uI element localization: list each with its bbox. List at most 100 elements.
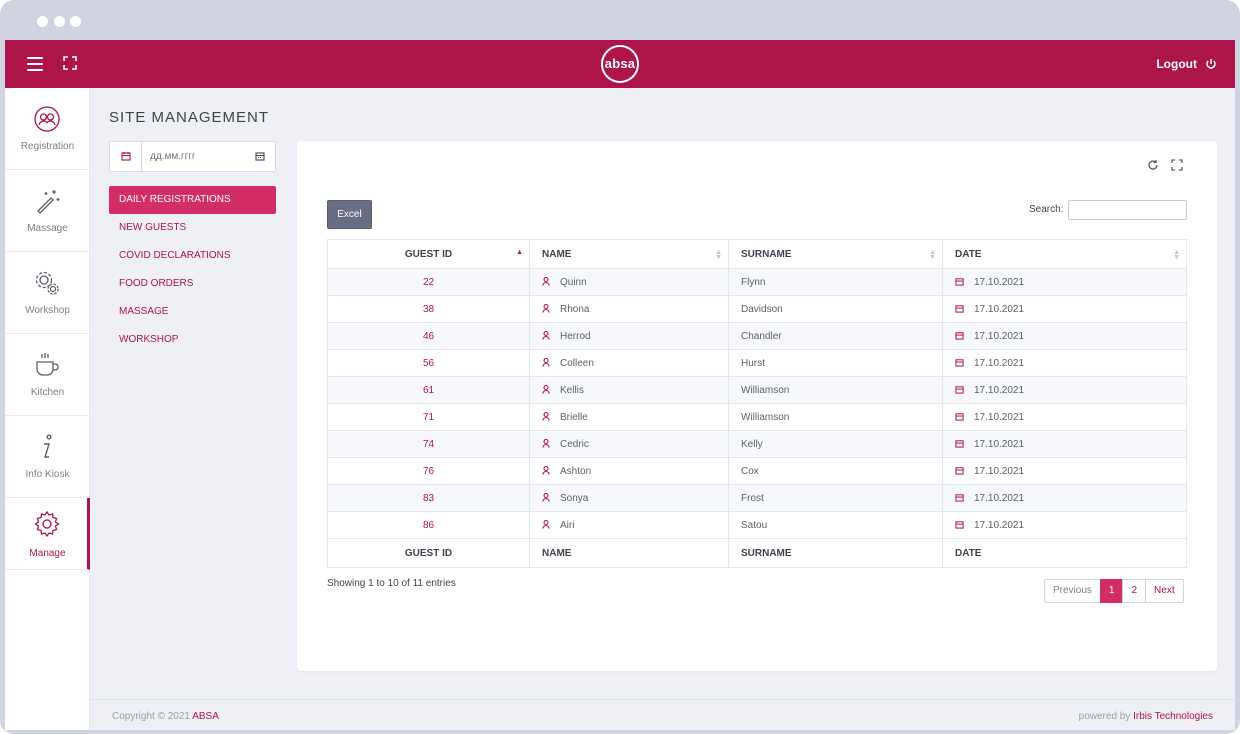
user-icon — [542, 277, 550, 287]
sort-asc-icon: ▲ — [516, 249, 523, 256]
calendar-picker-icon[interactable] — [255, 151, 265, 161]
table-row[interactable]: 76 Ashton Cox 17.10.2021 — [327, 457, 1187, 485]
guest-name: Ashton — [560, 465, 592, 477]
table-row[interactable]: 61 Kellis Williamson 17.10.2021 — [327, 376, 1187, 404]
user-icon — [542, 493, 550, 503]
guest-id-cell: 22 — [327, 268, 530, 296]
search-label: Search: — [1029, 204, 1064, 215]
table-row[interactable]: 56 Colleen Hurst 17.10.2021 — [327, 349, 1187, 377]
sidebar-item-manage[interactable]: Manage — [5, 498, 90, 570]
menu-item-massage[interactable]: MASSAGE — [109, 298, 276, 326]
guest-date: 17.10.2021 — [974, 519, 1025, 531]
window-dot-minimize[interactable] — [54, 16, 65, 27]
guest-date: 17.10.2021 — [974, 384, 1025, 396]
column-label: GUEST ID — [404, 248, 453, 260]
coffee-cup-icon — [36, 353, 59, 376]
menu-item-workshop[interactable]: WORKSHOP — [109, 326, 276, 354]
footer-name: NAME — [529, 538, 729, 568]
guest-id-cell: 61 — [327, 376, 530, 404]
menu-item-new-guests[interactable]: NEW GUESTS — [109, 214, 276, 242]
table-footer-row: GUEST ID NAME SURNAME DATE — [327, 538, 1187, 568]
copyright-link[interactable]: ABSA — [192, 711, 219, 722]
table-row[interactable]: 83 Sonya Frost 17.10.2021 — [327, 484, 1187, 512]
date-cell: 17.10.2021 — [942, 376, 1187, 404]
guest-id-cell: 74 — [327, 430, 530, 458]
sidebar-item-workshop[interactable]: Workshop — [5, 252, 90, 334]
date-input[interactable] — [150, 147, 250, 165]
guest-id-cell: 38 — [327, 295, 530, 323]
menu-item-covid-declarations[interactable]: COVID DECLARATIONS — [109, 242, 276, 270]
table-row[interactable]: 22 Quinn Flynn 17.10.2021 — [327, 268, 1187, 296]
menu-item-daily-registrations[interactable]: DAILY REGISTRATIONS — [109, 186, 276, 214]
date-cell: 17.10.2021 — [942, 457, 1187, 485]
column-header-guest-id[interactable]: GUEST ID ▲ — [327, 239, 530, 269]
guest-name: Brielle — [560, 411, 588, 423]
sidebar-item-kitchen[interactable]: Kitchen — [5, 334, 90, 416]
gears-icon — [35, 271, 59, 295]
column-header-surname[interactable]: SURNAME ▲ ▼ — [728, 239, 943, 269]
app-window: absa Logout Registration Massage Worksho… — [5, 40, 1235, 730]
surname-cell: Cox — [728, 457, 943, 485]
table-row[interactable]: 71 Brielle Williamson 17.10.2021 — [327, 403, 1187, 431]
surname-cell: Kelly — [728, 430, 943, 458]
registrations-table: GUEST ID ▲ NAME ▲ ▼ SURNAME ▲ ▼ DATE ▲ ▼ 22 Quin… — [327, 239, 1187, 568]
powered-by-text: powered by — [1078, 711, 1131, 722]
table-row[interactable]: 86 Airi Satou 17.10.2021 — [327, 511, 1187, 539]
search-input[interactable] — [1068, 200, 1187, 220]
guest-id-cell: 71 — [327, 403, 530, 431]
table-row[interactable]: 38 Rhona Davidson 17.10.2021 — [327, 295, 1187, 323]
calendar-icon — [955, 359, 964, 367]
page-2-button[interactable]: 2 — [1122, 579, 1147, 603]
sidebar-item-registration[interactable]: Registration — [5, 88, 90, 170]
powered-by-link[interactable]: Irbis Technologies — [1133, 711, 1213, 722]
logout-button[interactable]: Logout — [1156, 54, 1217, 74]
surname-cell: Flynn — [728, 268, 943, 296]
column-header-name[interactable]: NAME ▲ ▼ — [529, 239, 729, 269]
user-icon — [542, 439, 550, 449]
previous-page-button[interactable]: Previous — [1044, 579, 1101, 603]
calendar-icon — [955, 278, 964, 286]
sidebar-item-massage[interactable]: Massage — [5, 170, 90, 252]
table-header-row: GUEST ID ▲ NAME ▲ ▼ SURNAME ▲ ▼ DATE ▲ ▼ — [327, 239, 1187, 269]
sidebar-item-info-kiosk[interactable]: Info Kiosk — [5, 416, 90, 498]
page-1-button[interactable]: 1 — [1099, 579, 1124, 603]
absa-logo: absa — [601, 45, 639, 83]
table-row[interactable]: 46 Herrod Chandler 17.10.2021 — [327, 322, 1187, 350]
guest-id-cell: 76 — [327, 457, 530, 485]
sort-icon: ▲ ▼ — [715, 249, 722, 261]
menu-item-food-orders[interactable]: FOOD ORDERS — [109, 270, 276, 298]
logout-label: Logout — [1156, 57, 1197, 71]
window-dot-maximize[interactable] — [70, 16, 81, 27]
window-dot-close[interactable] — [37, 16, 48, 27]
page-footer: Copyright © 2021 ABSA powered by Irbis T… — [90, 699, 1235, 730]
calendar-addon — [110, 142, 142, 171]
calendar-icon — [955, 494, 964, 502]
calendar-icon — [955, 305, 964, 313]
surname-cell: Chandler — [728, 322, 943, 350]
next-page-button[interactable]: Next — [1145, 579, 1184, 603]
guest-name: Colleen — [560, 357, 594, 369]
user-icon — [542, 520, 550, 530]
fullscreen-icon[interactable] — [63, 56, 77, 70]
date-filter — [109, 141, 276, 172]
name-cell: Airi — [529, 511, 729, 539]
sort-icon: ▲ ▼ — [929, 249, 936, 261]
excel-export-button[interactable]: Excel — [327, 200, 372, 229]
surname-cell: Hurst — [728, 349, 943, 377]
date-cell: 17.10.2021 — [942, 484, 1187, 512]
user-icon — [542, 331, 550, 341]
hamburger-menu-icon[interactable] — [27, 57, 43, 71]
name-cell: Kellis — [529, 376, 729, 404]
column-label: NAME — [542, 248, 572, 260]
date-cell: 17.10.2021 — [942, 403, 1187, 431]
table-row[interactable]: 74 Cedric Kelly 17.10.2021 — [327, 430, 1187, 458]
guest-date: 17.10.2021 — [974, 276, 1025, 288]
guest-id-cell: 83 — [327, 484, 530, 512]
sidebar-item-label: Info Kiosk — [25, 469, 70, 480]
refresh-icon[interactable] — [1147, 159, 1159, 171]
fullscreen-card-icon[interactable] — [1171, 159, 1183, 171]
guest-name: Rhona — [560, 303, 590, 315]
column-header-date[interactable]: DATE ▲ ▼ — [942, 239, 1187, 269]
report-menu: DAILY REGISTRATIONS NEW GUESTS COVID DEC… — [109, 186, 276, 354]
name-cell: Sonya — [529, 484, 729, 512]
